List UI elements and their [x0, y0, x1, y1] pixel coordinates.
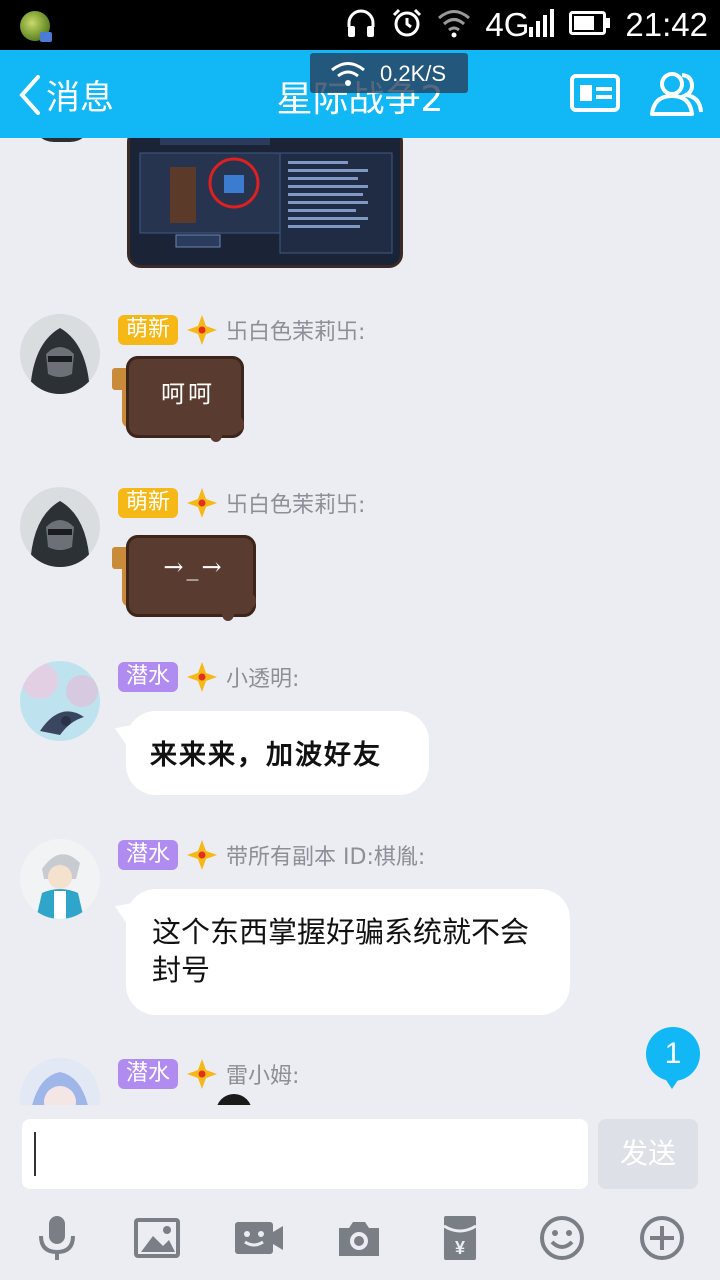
member-rank-badge: 萌新	[118, 488, 179, 518]
anime-avatar	[20, 1058, 100, 1105]
network-speed: 0.2K/S	[380, 61, 447, 86]
unread-count-badge[interactable]: 1	[646, 1027, 700, 1089]
id-card-icon	[570, 74, 620, 112]
sticker-toaster[interactable]: →_→	[112, 535, 272, 623]
text-caret	[34, 1132, 36, 1176]
notification-app-icon	[20, 11, 52, 42]
message-text: 来来来，加波好友	[150, 740, 382, 771]
send-button[interactable]: 发送	[598, 1119, 698, 1189]
sticker-text: →_→	[163, 553, 225, 581]
video-call-icon	[235, 1222, 283, 1254]
wifi-icon	[331, 62, 365, 86]
battery-icon	[569, 11, 611, 39]
message-input-bar: 发送	[0, 1105, 720, 1200]
hooded-figure-avatar	[20, 314, 100, 394]
member-rank-badge: 潜水	[118, 840, 179, 870]
clock: 21:42	[625, 6, 708, 43]
game-stats-screenshot	[130, 138, 400, 265]
avatar[interactable]	[20, 839, 100, 919]
sender-name: 雷小姆:	[226, 1064, 300, 1089]
star-icon	[187, 662, 218, 692]
network-speed-overlay: 0.2K/S	[310, 53, 468, 93]
more-button[interactable]	[638, 1214, 686, 1262]
message-text: 这个东西掌握好骗系统就不会封号	[152, 915, 530, 987]
emoji-button[interactable]	[538, 1214, 586, 1262]
member-rank-badge: 萌新	[118, 315, 179, 345]
svg-text:¥: ¥	[455, 1238, 465, 1258]
star-icon	[187, 1059, 218, 1089]
group-members-button[interactable]	[648, 68, 704, 120]
sender-name: 带所有副本 ID:棋胤:	[226, 845, 426, 870]
microphone-icon	[39, 1216, 75, 1260]
sticker-toaster[interactable]: 呵呵	[112, 356, 262, 444]
voice-button[interactable]	[33, 1214, 81, 1262]
sender-name: 卐白色茉莉卐:	[226, 320, 366, 345]
anime-avatar	[20, 839, 100, 919]
video-call-button[interactable]	[233, 1214, 283, 1262]
star-icon	[187, 840, 218, 870]
emoji-icon	[540, 1216, 584, 1260]
member-rank-badge: 潜水	[118, 662, 179, 692]
star-icon	[187, 488, 218, 518]
input-toolbar: ¥	[0, 1200, 720, 1280]
member-rank-badge: 潜水	[118, 1059, 179, 1089]
headphones-icon	[345, 7, 377, 43]
avatar[interactable]	[20, 661, 100, 741]
sender-name: 卐白色茉莉卐:	[226, 493, 366, 518]
signal-icon	[529, 9, 555, 41]
group-profile-button[interactable]	[568, 68, 624, 120]
game-screenshot-image[interactable]	[127, 138, 403, 268]
message-input[interactable]	[22, 1119, 588, 1189]
star-icon	[187, 315, 218, 345]
red-packet-button[interactable]: ¥	[436, 1214, 484, 1262]
sender-name: 小透明:	[226, 667, 300, 692]
avatar[interactable]	[20, 1058, 100, 1105]
avatar[interactable]	[32, 138, 92, 142]
network-type: 4G	[485, 6, 530, 43]
alarm-icon	[391, 7, 423, 43]
message-bubble[interactable]: 来来来，加波好友	[126, 711, 429, 795]
wifi-icon	[437, 8, 471, 42]
red-packet-icon: ¥	[443, 1216, 477, 1260]
chat-message-list[interactable]: 萌新 卐白色茉莉卐: 呵呵 萌新 卐白色茉莉卐: →_→ 潜水 小透明: 来来来…	[0, 138, 720, 1105]
avatar[interactable]	[20, 487, 100, 567]
image-icon	[134, 1218, 180, 1258]
camera-button[interactable]	[335, 1214, 383, 1262]
anime-avatar	[20, 661, 100, 741]
sticker-partial[interactable]	[216, 1094, 252, 1105]
status-bar: 4G 21:42	[0, 0, 720, 50]
people-icon	[650, 72, 703, 116]
message-bubble[interactable]: 这个东西掌握好骗系统就不会封号	[126, 889, 570, 1015]
camera-icon	[339, 1222, 379, 1256]
sticker-text: 呵呵	[161, 380, 215, 408]
plus-icon	[640, 1216, 684, 1260]
avatar[interactable]	[20, 314, 100, 394]
hooded-figure-avatar	[20, 487, 100, 567]
image-button[interactable]	[133, 1214, 181, 1262]
